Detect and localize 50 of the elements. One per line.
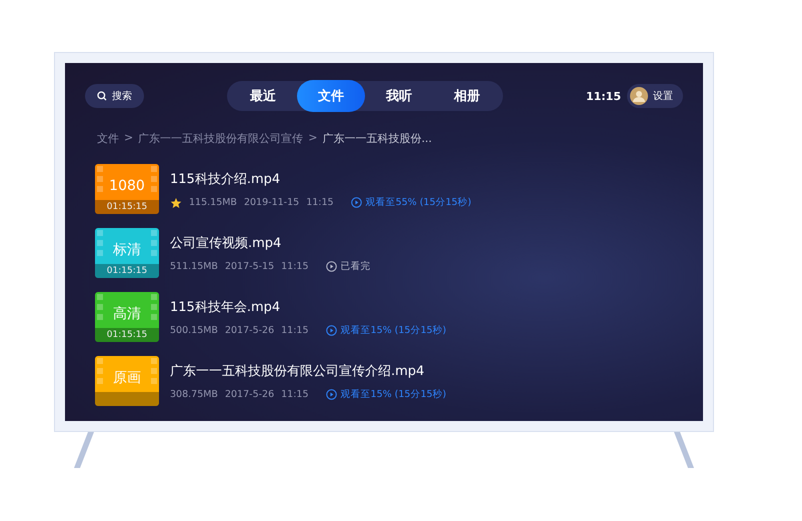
watch-status: 已看完 <box>326 260 371 273</box>
video-duration: 01:15:15 <box>95 264 159 278</box>
file-date: 2017-5-15 <box>224 261 274 272</box>
file-size: 115.15MB <box>189 197 237 208</box>
quality-label: 原画 <box>112 369 142 388</box>
breadcrumb-item[interactable]: 文件 <box>97 131 119 146</box>
tab[interactable]: 文件 <box>296 80 365 112</box>
play-icon <box>350 197 362 208</box>
file-date: 2017-5-26 <box>224 325 274 336</box>
search-button[interactable]: 搜索 <box>85 84 144 108</box>
file-name: 115科技年会.mp4 <box>170 299 282 316</box>
tv-stand-leg <box>74 432 94 468</box>
file-name: 115科技介绍.mp4 <box>170 171 282 188</box>
tab[interactable]: 最近 <box>228 80 297 112</box>
quality-label: 标清 <box>112 241 142 260</box>
breadcrumb-item[interactable]: 广东一一五科技股份有限公司宣传 <box>138 131 304 146</box>
file-time: 11:15 <box>281 325 309 336</box>
tv-stand-leg <box>674 432 694 468</box>
play-icon <box>326 389 337 400</box>
file-time: 11:15 <box>306 197 334 208</box>
avatar-icon <box>630 87 648 105</box>
file-time: 11:15 <box>281 389 309 400</box>
quality-label: 高清 <box>112 305 142 324</box>
file-size: 500.15MB <box>170 325 218 336</box>
settings-button[interactable]: 设置 <box>626 84 683 108</box>
video-thumbnail[interactable]: 1080 01:15:15 <box>95 164 159 214</box>
breadcrumb-separator: > <box>308 131 318 146</box>
search-icon <box>97 91 107 101</box>
breadcrumb-item[interactable]: 广东一一五科技股份... <box>322 131 432 146</box>
file-date: 2017-5-26 <box>224 389 274 400</box>
clock: 11:15 <box>586 90 621 102</box>
watch-status: 观看至15% (15分15秒) <box>326 388 446 401</box>
file-time: 11:15 <box>281 261 309 272</box>
file-name: 公司宣传视频.mp4 <box>170 235 282 252</box>
play-icon <box>326 325 337 336</box>
file-name: 广东一一五科技股份有限公司宣传介绍.mp4 <box>170 363 426 380</box>
video-thumbnail[interactable]: 标清 01:15:15 <box>95 228 159 278</box>
file-date: 2019-11-15 <box>244 197 300 208</box>
video-duration: 01:15:15 <box>95 200 159 214</box>
breadcrumb-separator: > <box>124 131 134 146</box>
tab[interactable]: 我听 <box>364 80 433 112</box>
video-duration: 01:15:15 <box>95 328 159 342</box>
play-icon <box>326 261 337 272</box>
watch-status: 观看至15% (15分15秒) <box>326 324 446 337</box>
video-thumbnail[interactable]: 高清 01:15:15 <box>95 292 159 342</box>
file-size: 308.75MB <box>170 389 218 400</box>
quality-label: 1080 <box>108 177 146 196</box>
file-size: 511.15MB <box>170 261 218 272</box>
watch-status: 观看至55% (15分15秒) <box>350 196 472 209</box>
tab[interactable]: 相册 <box>432 80 501 112</box>
